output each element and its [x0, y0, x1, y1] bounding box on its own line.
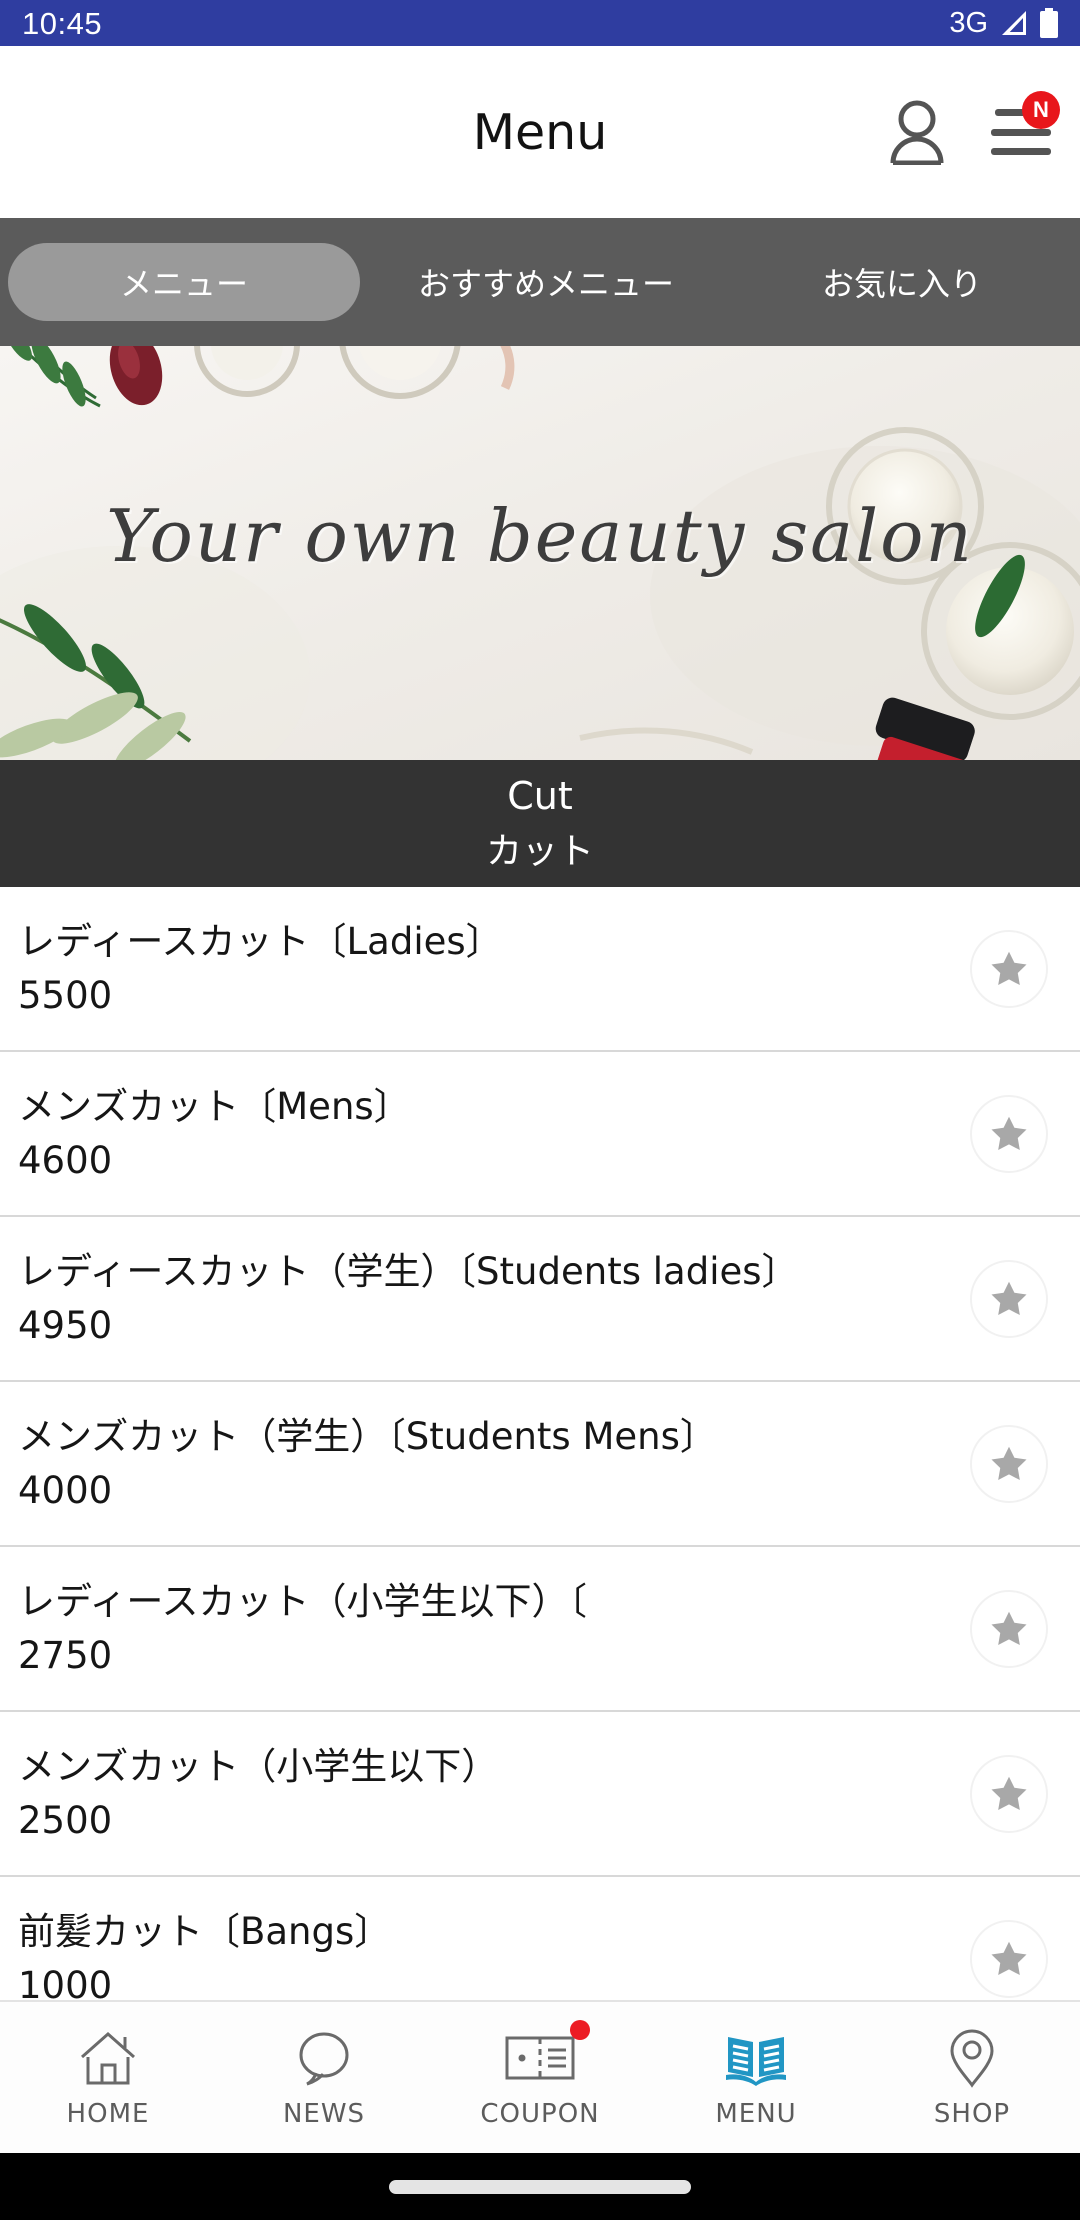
section-header-cut: Cut カット	[0, 760, 1080, 887]
favorite-button[interactable]	[970, 1424, 1048, 1503]
nav-item-menu[interactable]: MENU	[648, 2002, 864, 2153]
star-icon	[991, 951, 1027, 985]
table-row[interactable]: レディースカット（学生）〔Students ladies〕 4950	[0, 1217, 1080, 1382]
menu-tab-strip: メニュー おすすめメニュー お気に入り	[0, 218, 1080, 346]
favorite-button[interactable]	[970, 1259, 1048, 1338]
star-icon	[991, 1281, 1027, 1315]
person-icon	[890, 100, 944, 165]
star-icon	[991, 1941, 1027, 1975]
speech-bubble-icon	[295, 2027, 353, 2089]
tab-recommended-menu[interactable]: おすすめメニュー	[368, 243, 724, 321]
section-title-en: Cut	[507, 773, 573, 818]
table-row[interactable]: メンズカット（学生）〔Students Mens〕 4000	[0, 1382, 1080, 1547]
favorite-button[interactable]	[970, 1094, 1048, 1173]
nav-item-home-label: HOME	[66, 2098, 150, 2129]
favorite-button[interactable]	[970, 929, 1048, 1008]
tab-favorites[interactable]: お気に入り	[724, 243, 1080, 321]
nav-item-shop[interactable]: SHOP	[864, 2002, 1080, 2153]
menu-item-name: メンズカット（小学生以下）	[18, 1744, 499, 1788]
menu-item-text: レディースカット（小学生以下）〔 2750	[18, 1577, 970, 1680]
menu-item-name: レディースカット（小学生以下）〔	[18, 1579, 588, 1623]
menu-item-name: 前髪カット〔Bangs〕	[18, 1909, 392, 1953]
menu-item-text: メンズカット（学生）〔Students Mens〕 4000	[18, 1412, 970, 1515]
table-row[interactable]: レディースカット（小学生以下）〔 2750	[0, 1547, 1080, 1712]
nav-item-news[interactable]: NEWS	[216, 2002, 432, 2153]
network-type-label: 3G	[949, 6, 988, 39]
nav-item-coupon[interactable]: COUPON	[432, 2002, 648, 2153]
nav-item-coupon-label: COUPON	[480, 2098, 600, 2129]
table-row[interactable]: メンズカット（小学生以下） 2500	[0, 1712, 1080, 1877]
menu-item-text: メンズカット（小学生以下） 2500	[18, 1742, 970, 1845]
map-pin-icon	[948, 2027, 996, 2089]
nav-item-news-label: NEWS	[282, 2098, 366, 2129]
tab-menu[interactable]: メニュー	[8, 243, 360, 321]
favorite-button[interactable]	[970, 1754, 1048, 1833]
phone-screen: 10:45 3G Menu N メニュー おすすめメニュー お気に入り Your…	[0, 0, 1080, 2220]
nav-item-shop-label: SHOP	[933, 2098, 1011, 2129]
coupon-notification-dot	[570, 2020, 590, 2040]
notification-badge: N	[1022, 91, 1060, 129]
ticket-icon	[505, 2027, 575, 2089]
menu-item-price: 1000	[18, 1963, 113, 2001]
menu-item-text: レディースカット（学生）〔Students ladies〕 4950	[18, 1247, 970, 1350]
app-header: Menu N	[0, 46, 1080, 218]
table-row[interactable]: 前髪カット〔Bangs〕 1000	[0, 1877, 1080, 2000]
menu-item-price: 2750	[18, 1633, 113, 1677]
menu-item-name: メンズカット〔Mens〕	[18, 1084, 411, 1128]
home-icon	[78, 2027, 138, 2089]
nav-item-menu-label: MENU	[715, 2098, 797, 2129]
star-icon	[991, 1116, 1027, 1150]
menu-item-name: レディースカット〔Ladies〕	[18, 919, 503, 963]
header-actions: N	[886, 91, 1060, 167]
favorite-button[interactable]	[970, 1589, 1048, 1668]
nav-item-home[interactable]: HOME	[0, 2002, 216, 2153]
system-gesture-bar	[0, 2153, 1080, 2220]
tab-menu-label: メニュー	[119, 266, 248, 302]
menu-item-price: 4600	[18, 1138, 113, 1182]
menu-item-text: メンズカット〔Mens〕 4600	[18, 1082, 970, 1185]
battery-full-icon	[1040, 8, 1058, 38]
status-bar: 10:45 3G	[0, 0, 1080, 46]
hamburger-menu-button[interactable]: N	[990, 91, 1060, 167]
bottom-navigation-bar: HOME NEWS COUPON MENU SHOP	[0, 2000, 1080, 2153]
gesture-pill[interactable]	[389, 2179, 691, 2194]
tab-favorites-label: お気に入り	[821, 266, 982, 302]
star-icon	[991, 1776, 1027, 1810]
open-book-icon	[723, 2027, 789, 2089]
status-bar-indicators: 3G	[949, 8, 1058, 38]
table-row[interactable]: メンズカット〔Mens〕 4600	[0, 1052, 1080, 1217]
menu-item-price: 2500	[18, 1798, 113, 1842]
section-title-ja: カット	[485, 830, 594, 872]
menu-item-text: レディースカット〔Ladies〕 5500	[18, 917, 970, 1020]
menu-item-price: 4000	[18, 1468, 113, 1512]
status-bar-clock: 10:45	[22, 5, 103, 41]
menu-item-name: レディースカット（学生）〔Students ladies〕	[18, 1249, 799, 1293]
star-icon	[991, 1446, 1027, 1480]
menu-item-text: 前髪カット〔Bangs〕 1000	[18, 1907, 970, 2000]
signal-triangle-icon	[1002, 11, 1026, 35]
tab-recommended-menu-label: おすすめメニュー	[417, 266, 674, 302]
menu-item-name: メンズカット（学生）〔Students Mens〕	[18, 1414, 717, 1458]
menu-item-price: 4950	[18, 1303, 113, 1347]
hero-banner[interactable]: Your own beauty salon	[0, 346, 1080, 760]
star-icon	[991, 1611, 1027, 1645]
menu-item-price: 5500	[18, 973, 113, 1017]
table-row[interactable]: レディースカット〔Ladies〕 5500	[0, 887, 1080, 1052]
favorite-button[interactable]	[970, 1919, 1048, 1998]
hero-script-text: Your own beauty salon	[106, 494, 974, 579]
account-button[interactable]	[886, 97, 948, 167]
menu-item-list[interactable]: レディースカット〔Ladies〕 5500 メンズカット〔Mens〕 4600	[0, 887, 1080, 2000]
